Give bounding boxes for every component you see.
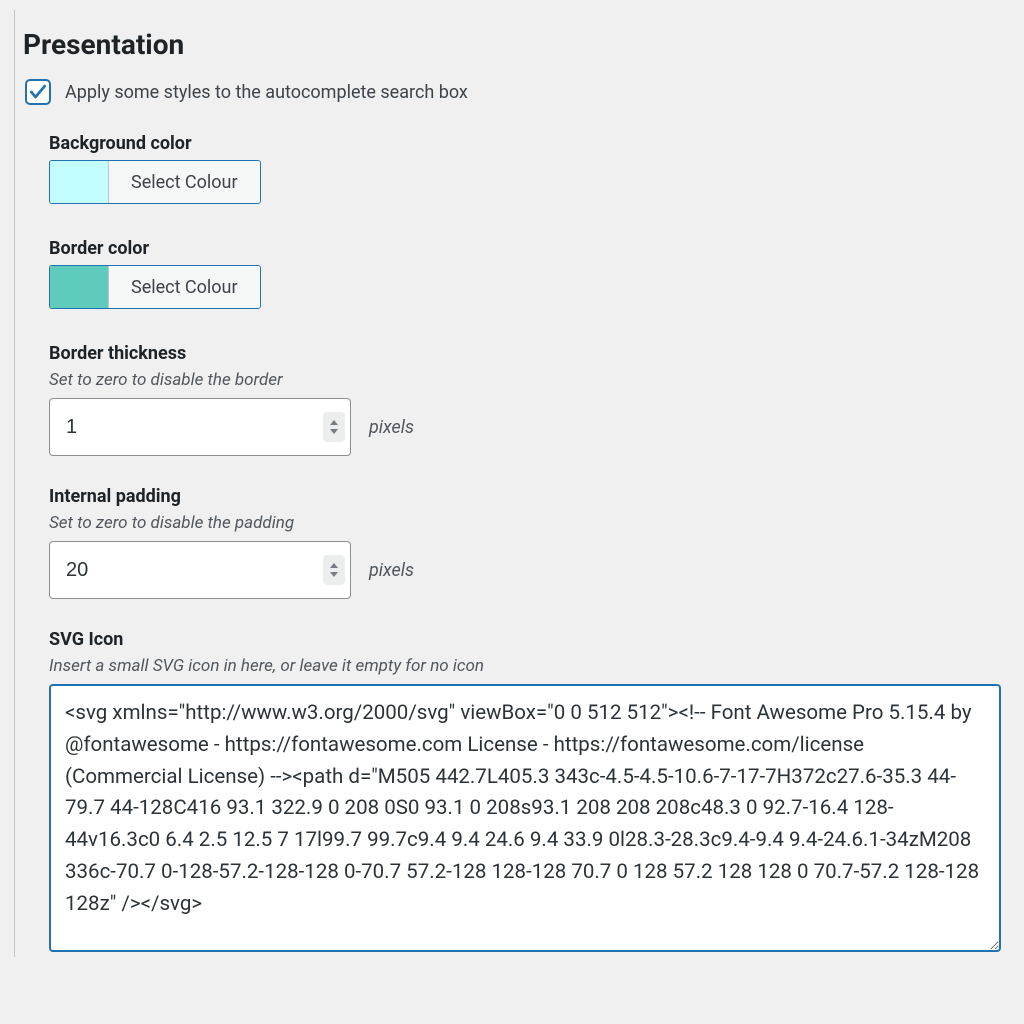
- border-color-button-label: Select Colour: [108, 266, 260, 308]
- svg-icon-help: Insert a small SVG icon in here, or leav…: [49, 656, 1010, 676]
- chevron-down-icon: [330, 429, 338, 434]
- internal-padding-help: Set to zero to disable the padding: [49, 513, 1010, 533]
- border-color-swatch: [50, 266, 108, 308]
- internal-padding-unit: pixels: [369, 560, 414, 581]
- apply-styles-label: Apply some styles to the autocomplete se…: [65, 82, 468, 103]
- border-color-picker[interactable]: Select Colour: [49, 265, 261, 309]
- svg-icon-label: SVG Icon: [49, 629, 1010, 650]
- bg-color-label: Background color: [49, 133, 1010, 154]
- bg-color-button-label: Select Colour: [108, 161, 260, 203]
- border-thickness-stepper[interactable]: [323, 412, 345, 442]
- bg-color-picker[interactable]: Select Colour: [49, 160, 261, 204]
- internal-padding-stepper[interactable]: [323, 555, 345, 585]
- apply-styles-checkbox[interactable]: [25, 79, 51, 105]
- section-title: Presentation: [23, 28, 1010, 61]
- chevron-up-icon: [330, 563, 338, 568]
- bg-color-swatch: [50, 161, 108, 203]
- chevron-up-icon: [330, 420, 338, 425]
- border-color-label: Border color: [49, 238, 1010, 259]
- chevron-down-icon: [330, 572, 338, 577]
- border-thickness-help: Set to zero to disable the border: [49, 370, 1010, 390]
- check-icon: [28, 82, 48, 102]
- border-thickness-input[interactable]: [49, 398, 351, 456]
- internal-padding-label: Internal padding: [49, 486, 1010, 507]
- border-thickness-unit: pixels: [369, 417, 414, 438]
- svg-icon-textarea[interactable]: [49, 684, 1001, 952]
- border-thickness-label: Border thickness: [49, 343, 1010, 364]
- internal-padding-input[interactable]: [49, 541, 351, 599]
